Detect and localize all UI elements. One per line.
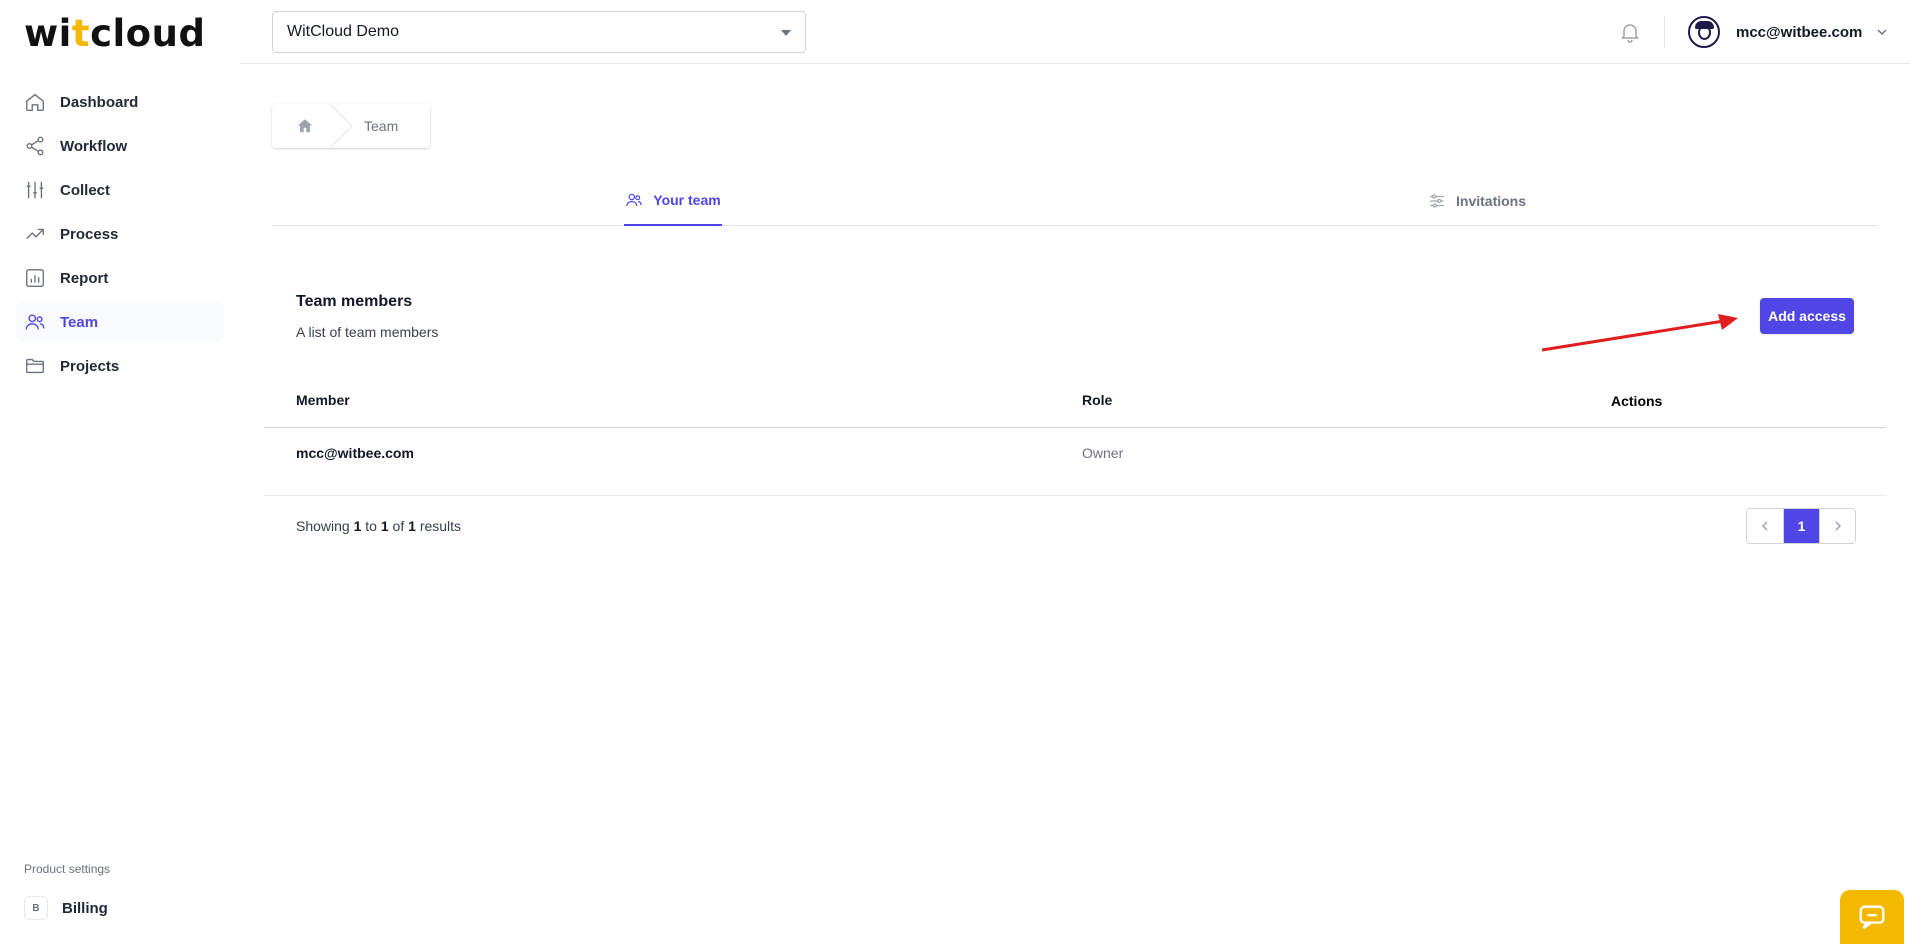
- column-header-actions: Actions: [1611, 393, 1663, 409]
- chat-icon: [1859, 905, 1885, 930]
- product-settings-label: Product settings: [24, 862, 111, 876]
- add-access-button[interactable]: Add access: [1760, 298, 1854, 334]
- sidebar-item-collect[interactable]: Collect: [16, 170, 224, 210]
- home-icon: [297, 119, 313, 133]
- sidebar-item-label: Projects: [60, 357, 120, 375]
- sidebar-item-label: Dashboard: [60, 93, 139, 111]
- sidebar-item-process[interactable]: Process: [16, 214, 224, 254]
- avatar: [1688, 16, 1720, 48]
- pagination: 1: [1746, 508, 1856, 544]
- table-row: mcc@witbee.com Owner: [264, 428, 1886, 496]
- bell-icon[interactable]: [1618, 20, 1642, 44]
- sidebar-item-label: Team: [60, 313, 99, 331]
- chevron-left-icon: [1761, 521, 1768, 531]
- logo[interactable]: witcloud: [24, 14, 205, 54]
- project-select-value: WitCloud Demo: [287, 23, 400, 40]
- column-header-member: Member: [296, 392, 350, 408]
- tab-your-team[interactable]: Your team: [624, 176, 722, 226]
- breadcrumb-separator: [330, 104, 353, 148]
- sidebar: witcloud Dashboard Workflow Collect Proc…: [0, 0, 240, 944]
- share-icon: [24, 135, 46, 157]
- trending-icon: [24, 223, 46, 245]
- tab-label: Invitations: [1456, 193, 1527, 209]
- sidebar-nav: Dashboard Workflow Collect Process Repor…: [16, 82, 224, 390]
- sidebar-item-label: Report: [60, 269, 109, 287]
- next-page-button[interactable]: [1819, 509, 1855, 543]
- sliders-horizontal-icon: [1430, 194, 1444, 208]
- tabs: Your team Invitations: [272, 176, 1878, 226]
- sidebar-item-label: Collect: [60, 181, 111, 199]
- users-icon: [626, 193, 643, 207]
- app-root: witcloud Dashboard Workflow Collect Proc…: [0, 0, 1910, 944]
- member-email: mcc@witbee.com: [296, 445, 414, 461]
- sidebar-item-projects[interactable]: Projects: [16, 346, 224, 386]
- user-menu[interactable]: mcc@witbee.com: [1688, 16, 1888, 48]
- results-summary: Showing 1 to 1 of 1 results: [296, 518, 462, 534]
- sidebar-item-workflow[interactable]: Workflow: [16, 126, 224, 166]
- member-role: Owner: [1082, 445, 1124, 461]
- breadcrumb-team[interactable]: Team: [364, 118, 398, 134]
- sliders-icon: [24, 179, 46, 201]
- tab-invitations[interactable]: Invitations: [1428, 176, 1526, 226]
- annotation-arrow: [1541, 314, 1738, 352]
- tab-label: Your team: [653, 192, 721, 208]
- sidebar-item-label: Billing: [62, 899, 108, 917]
- section-title: Team members: [296, 293, 413, 310]
- project-select[interactable]: WitCloud Demo: [272, 11, 806, 53]
- folder-icon: [24, 355, 46, 377]
- previous-page-button[interactable]: [1747, 509, 1783, 543]
- chart-icon: [24, 267, 46, 289]
- top-header: WitCloud Demo mcc@witbee.com: [240, 0, 1910, 64]
- user-email: mcc@witbee.com: [1736, 23, 1863, 41]
- billing-badge: B: [24, 896, 48, 920]
- sidebar-item-label: Workflow: [60, 137, 128, 155]
- chat-widget-button[interactable]: [1840, 890, 1904, 944]
- home-icon: [24, 91, 46, 113]
- column-header-role: Role: [1082, 392, 1113, 408]
- sidebar-item-label: Process: [60, 225, 119, 243]
- section-subtitle: A list of team members: [296, 324, 439, 340]
- table-header: Member Role Actions: [264, 384, 1886, 428]
- breadcrumb-home[interactable]: [272, 104, 338, 148]
- sidebar-item-report[interactable]: Report: [16, 258, 224, 298]
- header-divider: [1664, 16, 1665, 48]
- chevron-right-icon: [1834, 521, 1841, 531]
- users-icon: [24, 311, 46, 333]
- chevron-down-icon: [1877, 29, 1887, 36]
- page-button[interactable]: 1: [1783, 509, 1819, 543]
- caret-down-icon: [781, 30, 791, 36]
- sidebar-item-dashboard[interactable]: Dashboard: [16, 82, 224, 122]
- sidebar-item-team[interactable]: Team: [16, 302, 224, 342]
- breadcrumb: Team: [272, 104, 430, 148]
- sidebar-item-billing[interactable]: B Billing: [16, 892, 224, 924]
